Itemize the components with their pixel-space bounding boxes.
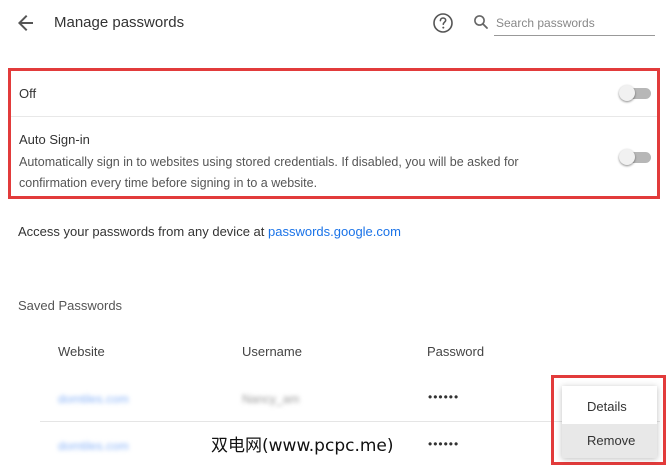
toggle-knob bbox=[619, 85, 635, 101]
context-menu: Details Remove bbox=[562, 386, 657, 458]
search-icon bbox=[472, 13, 490, 31]
auto-signin-toggle[interactable] bbox=[619, 149, 653, 165]
menu-item-remove[interactable]: Remove bbox=[562, 424, 657, 458]
access-prefix: Access your passwords from any device at bbox=[18, 224, 268, 239]
website-link[interactable]: domtiles.com bbox=[58, 439, 129, 453]
password-cell: •••••• bbox=[428, 390, 460, 404]
page-header: Manage passwords bbox=[0, 0, 670, 44]
username-cell: Nancy_am bbox=[242, 392, 300, 406]
context-menu-highlight-box: Details Remove bbox=[551, 375, 666, 465]
saved-passwords-heading: Saved Passwords bbox=[18, 298, 123, 313]
toggle-knob bbox=[619, 149, 635, 165]
page-title: Manage passwords bbox=[54, 14, 185, 31]
website-link[interactable]: domtiles.com bbox=[58, 392, 129, 406]
search-input[interactable] bbox=[494, 10, 655, 36]
help-circle-icon bbox=[433, 13, 453, 33]
menu-item-details[interactable]: Details bbox=[562, 390, 657, 424]
passwords-google-link[interactable]: passwords.google.com bbox=[268, 224, 401, 239]
watermark-text: 双电网(www.pcpc.me) bbox=[208, 431, 397, 456]
arrow-back-icon bbox=[18, 15, 33, 31]
offer-to-save-toggle[interactable] bbox=[619, 85, 653, 101]
offer-to-save-row: Off bbox=[11, 71, 657, 117]
column-header-website: Website bbox=[58, 344, 105, 359]
column-header-username: Username bbox=[242, 344, 302, 359]
offer-to-save-label: Off bbox=[19, 86, 37, 101]
access-passwords-text: Access your passwords from any device at… bbox=[18, 224, 401, 239]
auto-signin-row: Auto Sign-in Automatically sign in to we… bbox=[11, 118, 657, 196]
help-button[interactable] bbox=[432, 12, 454, 34]
auto-signin-description: Automatically sign in to websites using … bbox=[19, 155, 519, 190]
password-cell: •••••• bbox=[428, 437, 460, 451]
column-header-password: Password bbox=[427, 344, 485, 359]
auto-signin-title: Auto Sign-in bbox=[19, 132, 90, 147]
back-button[interactable] bbox=[14, 11, 38, 35]
settings-highlight-box: Off Auto Sign-in Automatically sign in t… bbox=[8, 68, 660, 199]
